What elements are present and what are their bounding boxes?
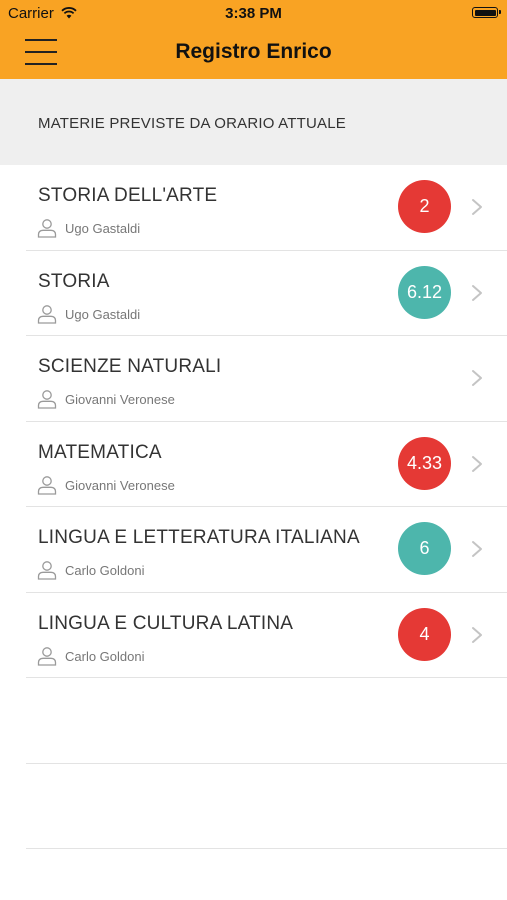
chevron-right-icon (472, 284, 482, 301)
chevron-right-icon (472, 455, 482, 472)
teacher-name: Ugo Gastaldi (65, 306, 141, 322)
person-icon (37, 219, 57, 238)
subject-row[interactable]: SCIENZE NATURALI Giovanni Veronese (0, 336, 507, 422)
row-divider (26, 848, 507, 849)
battery-icon (472, 7, 501, 18)
chevron-right-icon (472, 199, 482, 215)
subject-row[interactable]: MATEMATICA Giovanni Veronese 4.33 (0, 422, 507, 507)
chevron-right-icon (472, 541, 482, 557)
grade-badge: 2 (398, 180, 451, 233)
empty-row (0, 764, 507, 849)
subject-row[interactable]: LINGUA E LETTERATURA ITALIANA Carlo Goldo… (0, 507, 507, 593)
section-title: MATERIE PREVISTE DA ORARIO ATTUALE (38, 115, 346, 132)
subject-name: LINGUA E CULTURA LATINA (38, 612, 294, 634)
subject-row[interactable]: STORIA DELL'ARTE Ugo Gastaldi 2 (0, 165, 507, 251)
person-icon (37, 390, 57, 409)
empty-row (0, 678, 507, 764)
status-bar: Carrier 3:38 PM (0, 0, 507, 28)
subject-name: LINGUA E LETTERATURA ITALIANA (38, 527, 360, 548)
teacher-name: Carlo Goldoni (65, 563, 145, 578)
subject-name: MATEMATICA (38, 441, 162, 463)
subject-name: STORIA DELL'ARTE (38, 185, 218, 206)
teacher-name: Giovanni Veronese (65, 392, 175, 407)
page-title: Registro Enrico (175, 40, 332, 63)
teacher-name: Giovanni Veronese (65, 477, 175, 493)
navigation-bar: Carrier 3:38 PM Registro Enrico (0, 0, 507, 79)
grade-badge: 6 (398, 522, 451, 575)
grade-badge: 4.33 (398, 436, 451, 490)
person-icon (37, 646, 57, 666)
grade-badge: 4 (398, 607, 451, 661)
subject-name: SCIENZE NATURALI (38, 356, 222, 377)
clock: 3:38 PM (225, 5, 282, 22)
person-icon (37, 304, 57, 324)
subject-row[interactable]: STORIA Ugo Gastaldi 6.12 (0, 251, 507, 336)
chevron-right-icon (472, 626, 482, 643)
teacher-name: Carlo Goldoni (65, 648, 145, 664)
subject-row[interactable]: LINGUA E CULTURA LATINA Carlo Goldoni 4 (0, 593, 507, 678)
teacher-name: Ugo Gastaldi (65, 221, 141, 236)
grade-badge: 6.12 (398, 265, 451, 319)
section-header: MATERIE PREVISTE DA ORARIO ATTUALE (0, 79, 507, 165)
person-icon (37, 475, 57, 495)
person-icon (37, 561, 57, 580)
subject-name: STORIA (38, 270, 110, 292)
chevron-right-icon (472, 370, 482, 386)
subject-list: STORIA DELL'ARTE Ugo Gastaldi 2 STORIA Ugo G… (0, 165, 507, 849)
